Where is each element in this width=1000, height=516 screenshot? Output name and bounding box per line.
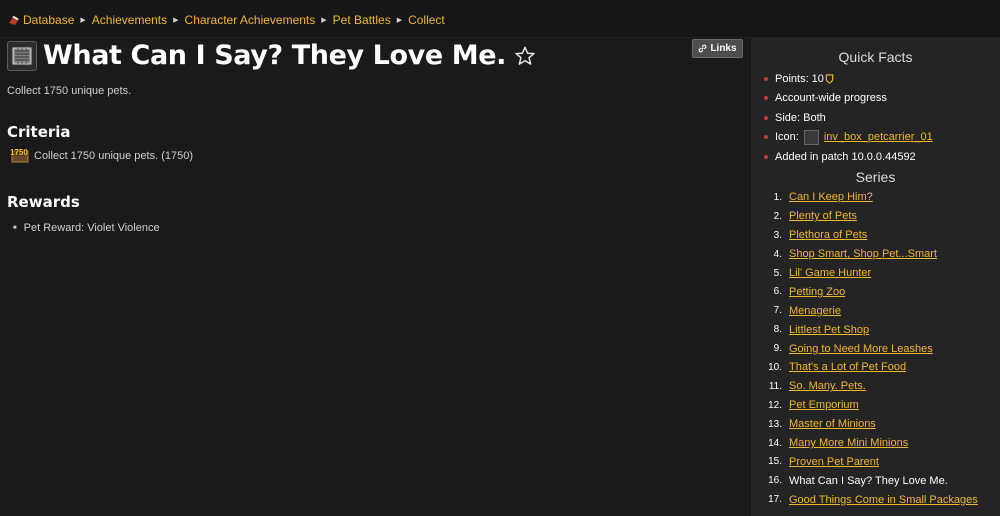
main-content: What Can I Say? They Love Me. Links Coll… [0, 38, 750, 516]
quick-facts-heading: Quick Facts [838, 49, 913, 65]
series-link[interactable]: Plenty of Pets [789, 210, 857, 222]
series-number: 11. [768, 380, 782, 392]
favorite-star-icon[interactable] [514, 45, 536, 67]
points-text: Points: 10 [775, 72, 824, 85]
link-icon [699, 44, 707, 53]
series-link[interactable]: Good Things Come in Small Packages [789, 494, 978, 506]
rewards-heading: Rewards [7, 193, 80, 211]
criteria-row: 1750 Collect 1750 unique pets. (1750) [10, 148, 193, 163]
series-item[interactable]: 12. Pet Emporium [765, 396, 978, 415]
series-number: 10. [768, 361, 782, 373]
series-current-title: What Can I Say? They Love Me. [789, 474, 948, 487]
series-item[interactable]: 7. Menagerie [765, 301, 978, 320]
breadcrumb: Database ▶ Achievements ▶ Character Achi… [8, 13, 445, 27]
breadcrumb-achievements[interactable]: Achievements [92, 13, 167, 27]
series-number: 12. [768, 399, 782, 411]
criteria-text: Collect 1750 unique pets. (1750) [34, 150, 193, 162]
achievement-description: Collect 1750 unique pets. [7, 85, 132, 97]
pet-carrier-icon [7, 40, 37, 71]
page-title: What Can I Say? They Love Me. [43, 40, 506, 71]
series-link[interactable]: Proven Pet Parent [789, 456, 879, 468]
icon-name-link[interactable]: inv_box_petcarrier_01 [824, 131, 933, 143]
series-link[interactable]: Many More Mini Minions [789, 437, 908, 449]
pet-count-badge: 1750 [10, 148, 28, 157]
achievement-shield-icon [825, 74, 834, 84]
series-link[interactable]: Petting Zoo [789, 286, 845, 298]
fact-added-patch: Added in patch 10.0.0.44592 [764, 147, 933, 167]
breadcrumb-character-achievements[interactable]: Character Achievements [185, 13, 316, 27]
series-list: 1. Can I Keep Him? 2. Plenty of Pets 3. Ple… [765, 188, 978, 509]
series-item[interactable]: 17. Good Things Come in Small Packages [765, 490, 978, 509]
series-link[interactable]: Lil' Game Hunter [789, 267, 871, 279]
database-icon [9, 16, 19, 25]
series-item[interactable]: 8. Littlest Pet Shop [765, 320, 978, 339]
icon-label: Icon: [775, 131, 799, 144]
series-link[interactable]: Littlest Pet Shop [789, 324, 869, 336]
sidebar: Quick Facts Points: 10 Account-wide prog… [751, 38, 1000, 516]
series-item[interactable]: 5. Lil' Game Hunter [765, 264, 978, 283]
series-item[interactable]: 3. Plethora of Pets [765, 226, 978, 245]
series-item[interactable]: 15. Proven Pet Parent [765, 452, 978, 471]
breadcrumb-separator-icon: ▶ [321, 17, 327, 24]
series-item[interactable]: 4. Shop Smart, Shop Pet...Smart [765, 245, 978, 264]
series-item[interactable]: 2. Plenty of Pets [765, 207, 978, 226]
breadcrumb-pet-battles[interactable]: Pet Battles [333, 13, 391, 27]
breadcrumb-collect[interactable]: Collect [408, 13, 445, 27]
series-link[interactable]: Going to Need More Leashes [789, 343, 933, 355]
top-bar: Database ▶ Achievements ▶ Character Achi… [0, 0, 1000, 38]
breadcrumb-separator-icon: ▶ [173, 17, 179, 24]
quick-facts-list: Points: 10 Account-wide progress Side: B… [764, 69, 933, 167]
series-number: 9. [773, 343, 782, 355]
series-item[interactable]: 6. Petting Zoo [765, 282, 978, 301]
series-link[interactable]: Master of Minions [789, 418, 876, 430]
series-heading: Series [855, 169, 896, 185]
series-item[interactable]: 14. Many More Mini Minions [765, 434, 978, 453]
series-number: 16. [768, 475, 782, 487]
title-row: What Can I Say? They Love Me. [7, 40, 536, 71]
series-item-current: 16. What Can I Say? They Love Me. [765, 471, 978, 490]
breadcrumb-separator-icon: ▶ [80, 17, 86, 24]
fact-points: Points: 10 [764, 69, 933, 89]
series-number: 17. [768, 494, 782, 506]
reward-item: Pet Reward: Violet Violence [13, 222, 160, 234]
fact-account-wide: Account-wide progress [764, 89, 933, 109]
series-number: 15. [768, 456, 782, 468]
series-number: 1. [773, 191, 782, 203]
pet-carrier-icon [803, 129, 819, 145]
fact-icon: Icon: inv_box_petcarrier_01 [764, 128, 933, 148]
series-number: 8. [773, 324, 782, 336]
series-item[interactable]: 11. So. Many. Pets. [765, 377, 978, 396]
series-link[interactable]: Plethora of Pets [789, 229, 867, 241]
series-number: 6. [773, 286, 782, 298]
series-item[interactable]: 9. Going to Need More Leashes [765, 339, 978, 358]
series-item[interactable]: 10. That's a Lot of Pet Food [765, 358, 978, 377]
series-link[interactable]: Menagerie [789, 305, 841, 317]
series-number: 3. [773, 229, 782, 241]
series-number: 14. [768, 437, 782, 449]
series-number: 4. [773, 248, 782, 260]
series-item[interactable]: 13. Master of Minions [765, 415, 978, 434]
breadcrumb-database[interactable]: Database [23, 13, 74, 27]
series-item[interactable]: 1. Can I Keep Him? [765, 188, 978, 207]
series-link[interactable]: Can I Keep Him? [789, 191, 873, 203]
series-link[interactable]: That's a Lot of Pet Food [789, 361, 906, 373]
series-number: 2. [773, 210, 782, 222]
series-link[interactable]: Shop Smart, Shop Pet...Smart [789, 248, 937, 260]
series-number: 7. [773, 305, 782, 317]
criteria-heading: Criteria [7, 123, 71, 141]
series-number: 13. [768, 418, 782, 430]
series-link[interactable]: So. Many. Pets. [789, 380, 866, 392]
fact-side: Side: Both [764, 108, 933, 128]
pet-count-icon: 1750 [10, 148, 32, 163]
series-link[interactable]: Pet Emporium [789, 399, 859, 411]
breadcrumb-separator-icon: ▶ [396, 17, 403, 24]
links-button-label: Links [710, 43, 737, 54]
rewards-list: Pet Reward: Violet Violence [13, 222, 160, 234]
links-button[interactable]: Links [692, 39, 743, 58]
series-number: 5. [773, 267, 782, 279]
